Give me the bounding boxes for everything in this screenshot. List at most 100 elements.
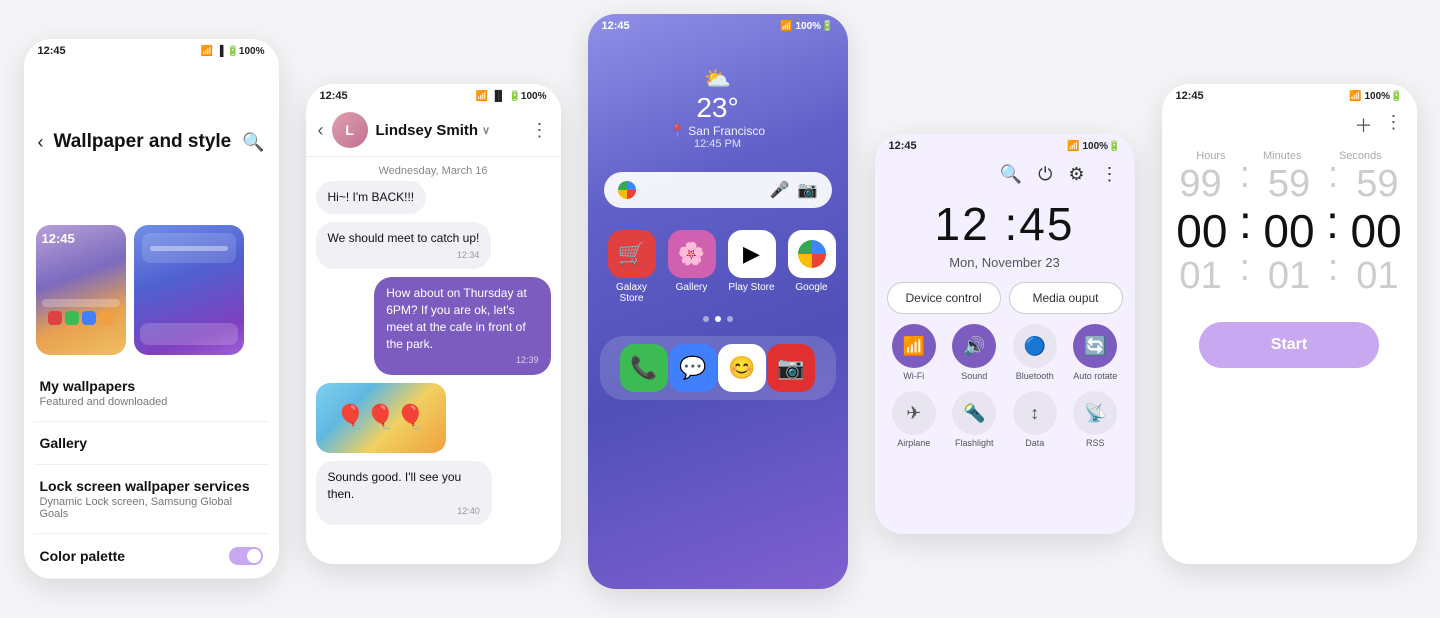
status-time-2: 12:45 [320,90,348,102]
battery-icon-1: 🔋100% [226,46,264,57]
dock-camera[interactable]: 📷 [767,344,815,392]
bubble-time-recv: 12:34 [328,249,480,262]
dock-phone[interactable]: 📞 [620,344,668,392]
camera-search-icon[interactable]: 📷 [798,180,818,200]
msg-header: ‹ L Lindsey Smith ∨ ⋮ [306,106,561,157]
bubble-sent-1: How about on Thursday at 6PM? If you are… [374,277,550,375]
seconds-bot-val: 01 [1356,256,1398,298]
page-title-1: Wallpaper and style [54,131,233,153]
start-button[interactable]: Start [1199,322,1379,368]
weather-icon: ⛅ [588,66,848,92]
contact-avatar: L [332,112,368,148]
dock-bitmoji[interactable]: 😊 [718,344,766,392]
timer-scroll-mid[interactable]: 00 : 00 : 00 [1162,206,1417,257]
more-icon-4[interactable]: ⋮ [1101,164,1119,185]
bubble-recv-3: Sounds good. I'll see you then. 12:40 [316,461,492,525]
hours-mid-val: 00 [1176,206,1227,257]
menu-item-lockscreen[interactable]: Lock screen wallpaper services Dynamic L… [34,465,269,534]
back-icon-2[interactable]: ‹ [318,120,324,141]
add-icon-timer[interactable]: ＋ [1355,112,1373,138]
tile-autorotate[interactable]: 🔄 Auto rotate [1070,324,1121,381]
minutes-top-val: 59 [1268,164,1310,206]
dot-indicator [588,310,848,328]
signal-icon-1: ▐ [216,46,223,57]
tile-wifi[interactable]: 📶 Wi-Fi [889,324,940,381]
search-icon-4[interactable]: 🔍 [1000,164,1022,185]
battery-icon-3: 100%🔋 [795,21,833,32]
weather-time: 12:45 PM [588,138,848,150]
search-bar[interactable]: 🎤 📷 [604,172,832,208]
play-store-icon: ▶ [728,230,776,278]
wifi-icon-5: 📶 [1349,91,1361,102]
power-icon-4[interactable]: ⏻ [1038,164,1052,185]
balloons-image: 🎈🎈🎈 [316,383,446,453]
more-icon-timer[interactable]: ⋮ [1385,112,1403,138]
more-icon[interactable]: ⋮ [531,120,549,141]
data-tile-label: Data [1025,438,1044,448]
status-bar-1: 12:45 📶 ▐ 🔋100% [24,39,279,61]
sound-tile-icon: 🔊 [952,324,996,368]
mic-icon[interactable]: 🎤 [770,180,790,200]
seconds-top-val: 59 [1356,164,1398,206]
search-icon-1[interactable]: 🔍 [242,132,264,153]
tile-rss[interactable]: 📡 RSS [1070,391,1121,448]
app-play-store[interactable]: ▶ Play Store [728,230,776,304]
contact-name[interactable]: Lindsey Smith ∨ [376,122,523,139]
menu-item-color[interactable]: Color palette [34,534,269,579]
back-icon-1[interactable]: ‹ [38,132,44,153]
app-gallery[interactable]: 🌸 Gallery [668,230,716,304]
bubble-recv-1: Hi~! I'm BACK!!! [316,181,427,214]
tile-bluetooth[interactable]: 🔵 Bluetooth [1010,324,1061,381]
colon-mid-1: : [1237,195,1254,249]
settings-icon-4[interactable]: ⚙ [1068,164,1084,185]
msg-body: Hi~! I'm BACK!!! We should meet to catch… [306,181,561,525]
status-bar-3: 12:45 📶 100%🔋 [588,14,848,36]
tile-sound[interactable]: 🔊 Sound [949,324,1000,381]
seconds-top: 59 [1356,164,1398,206]
wifi-icon-3: 📶 [780,21,792,32]
color-toggle[interactable] [229,547,263,565]
qs-header: 🔍 ⏻ ⚙ ⋮ [875,156,1135,193]
minutes-bot-val: 01 [1268,256,1310,298]
status-icons-4: 📶 100%🔋 [1067,141,1120,152]
tile-data[interactable]: ↕ Data [1010,391,1061,448]
flashlight-tile-icon: 🔦 [952,391,996,435]
battery-icon-2: 🔋100% [508,91,546,102]
hours-label: Hours [1196,150,1225,162]
timer-scroll-bot: 01 : 01 : 01 [1162,256,1417,298]
qs-tiles: 📶 Wi-Fi 🔊 Sound 🔵 Bluetooth 🔄 Auto rotat… [875,324,1135,448]
wallpaper-thumb-1[interactable]: 12:45 [36,225,126,355]
tile-flashlight[interactable]: 🔦 Flashlight [949,391,1000,448]
signal-icon-2: ▐▌ [491,91,505,102]
status-time-1: 12:45 [38,45,66,57]
app-galaxy-store[interactable]: 🛒 Galaxy Store [608,230,656,304]
minutes-bot: 01 [1268,256,1310,298]
hours-bot-val: 01 [1179,256,1221,298]
dock-messages[interactable]: 💬 [669,344,717,392]
hours-top-val: 99 [1179,164,1221,206]
wifi-tile-label: Wi-Fi [903,371,924,381]
battery-icon-4: 100%🔋 [1082,141,1120,152]
menu-item-wallpapers[interactable]: My wallpapers Featured and downloaded [34,365,269,422]
dot-3 [727,316,733,322]
phone-wallpaper: 12:45 📶 ▐ 🔋100% ‹ Wallpaper and style 🔍 … [24,39,279,579]
bubble-text-1: Hi~! I'm BACK!!! [328,190,415,204]
wp-time: 12:45 [36,225,126,246]
qs-date: Mon, November 23 [875,255,1135,270]
status-bar-4: 12:45 📶 100%🔋 [875,134,1135,156]
tile-airplane[interactable]: ✈ Airplane [889,391,940,448]
device-control-btn[interactable]: Device control [887,282,1001,314]
wallpaper-thumb-2[interactable] [134,225,244,355]
menu-item-lockscreen-title: Lock screen wallpaper services [40,478,263,494]
bubble-time-sent: 12:39 [386,354,538,367]
menu-item-gallery[interactable]: Gallery [34,422,269,465]
seconds-mid-val: 00 [1351,206,1402,257]
app-google[interactable]: Google [788,230,836,304]
seconds-mid: 00 [1351,206,1402,257]
media-output-btn[interactable]: Media ouput [1009,282,1123,314]
status-icons-2: 📶 ▐▌ 🔋100% [476,91,547,102]
menu-list-1: My wallpapers Featured and downloaded Ga… [24,365,279,579]
weather-temp: 23° [588,92,848,124]
colon-bot-2: : [1326,247,1341,290]
rss-tile-icon: 📡 [1073,391,1117,435]
